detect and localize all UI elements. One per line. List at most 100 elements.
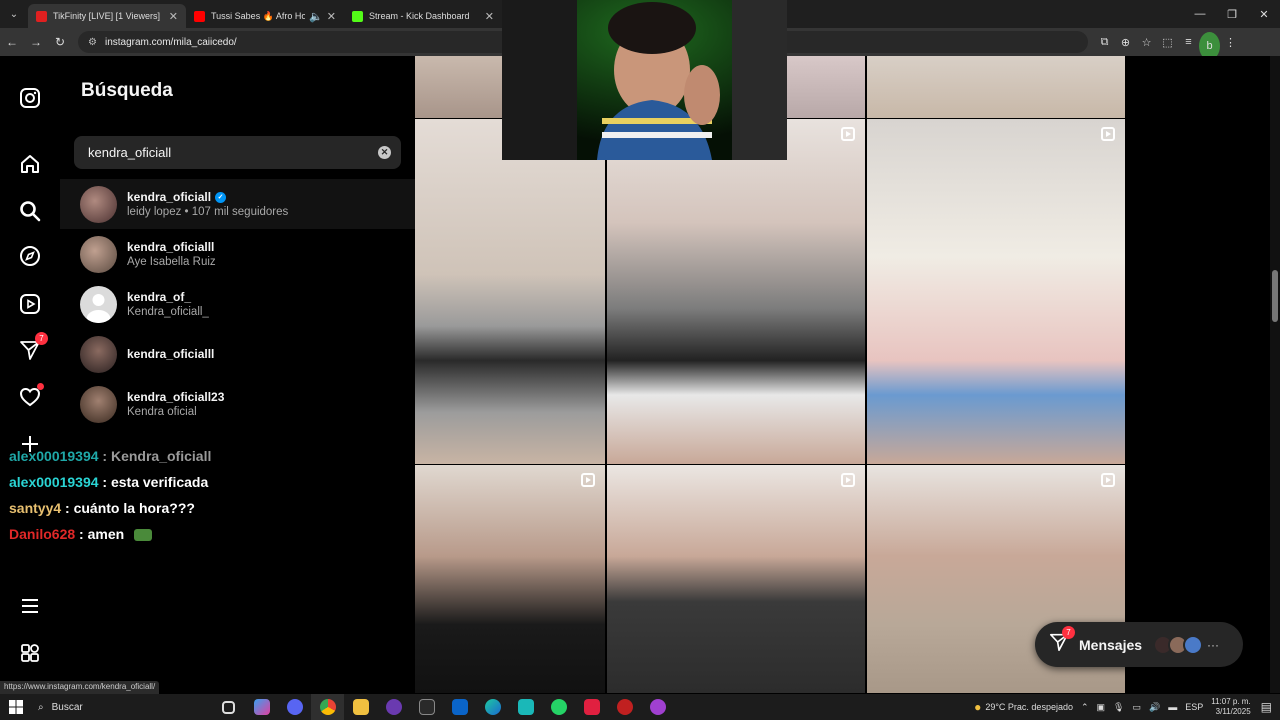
browser-tab-2[interactable]: Tussi Sabes 🔥 Afro House 🔈 ✕ <box>186 4 344 28</box>
home-icon[interactable] <box>18 152 42 176</box>
tab-close-icon[interactable]: ✕ <box>485 10 494 23</box>
post-thumbnail[interactable] <box>867 56 1125 118</box>
messages-badge: 7 <box>35 332 48 345</box>
search-icon[interactable] <box>18 199 42 223</box>
direct-messages-icon[interactable]: 7 <box>18 332 48 362</box>
instagram-sidebar: 7 <box>0 56 60 693</box>
search-result[interactable]: kendra_oficialll <box>60 329 415 379</box>
more-icon[interactable]: ··· <box>1207 638 1219 652</box>
obs-icon[interactable] <box>377 694 410 720</box>
tab-mute-icon[interactable]: 🔈 <box>309 10 323 23</box>
app-icon[interactable] <box>608 694 641 720</box>
clock[interactable]: 11:07 p. m. 3/11/2025 <box>1211 697 1250 717</box>
capcut-icon[interactable] <box>509 694 542 720</box>
tiktok-icon[interactable] <box>575 694 608 720</box>
copilot-icon[interactable] <box>245 694 278 720</box>
post-thumbnail[interactable] <box>867 119 1125 464</box>
weather-text[interactable]: 29°C Prac. despejado <box>985 702 1073 712</box>
battery-icon[interactable]: ▬ <box>1168 702 1177 712</box>
post-thumbnail[interactable] <box>415 465 605 693</box>
page-scrollbar[interactable] <box>1270 56 1280 693</box>
restore-icon[interactable]: ❐ <box>1216 0 1248 28</box>
search-result[interactable]: kendra_oficialll Aye Isabella Ruiz <box>60 229 415 279</box>
network-icon[interactable]: ▭ <box>1132 702 1141 713</box>
language-indicator[interactable]: ESP <box>1185 702 1203 712</box>
notification-center-icon[interactable]: ▤ <box>1261 700 1272 714</box>
file-explorer-icon[interactable] <box>344 694 377 720</box>
tab-search-icon[interactable]: ⌄ <box>0 0 28 28</box>
site-info-icon[interactable]: ⚙ <box>88 37 97 48</box>
chat-message: Danilo628 : amen <box>9 524 349 550</box>
search-result[interactable]: kendra_oficiall ✓ leidy lopez • 107 mil s… <box>60 179 415 229</box>
tab-close-icon[interactable]: ✕ <box>169 10 178 23</box>
avatar <box>80 385 117 423</box>
media-icon[interactable]: ≡ <box>1178 28 1199 56</box>
also-from-meta-icon[interactable] <box>18 641 42 665</box>
edge-icon[interactable] <box>476 694 509 720</box>
tab-close-icon[interactable]: ✕ <box>327 10 336 23</box>
page-margin <box>1125 56 1270 693</box>
reload-icon[interactable]: ↻ <box>48 28 72 56</box>
forward-icon[interactable]: → <box>24 28 48 56</box>
more-menu-icon[interactable] <box>18 594 42 618</box>
menu-kebab-icon[interactable]: ⋮ <box>1220 28 1241 56</box>
result-username: kendra_of_ <box>127 290 192 304</box>
result-subtitle: Aye Isabella Ruiz <box>127 256 216 268</box>
reel-icon <box>581 473 595 487</box>
notifications-heart-icon[interactable] <box>18 383 44 409</box>
minimize-icon[interactable]: — <box>1184 0 1216 28</box>
search-result[interactable]: kendra_of_ Kendra_oficiall_ <box>60 279 415 329</box>
messages-icon: 7 <box>1049 626 1075 657</box>
search-input[interactable] <box>88 145 378 160</box>
app-icon[interactable] <box>641 694 674 720</box>
chrome-icon[interactable] <box>311 694 344 720</box>
result-subtitle: Kendra oficial <box>127 406 197 418</box>
volume-icon[interactable]: 🔊 <box>1149 702 1160 713</box>
avatar <box>80 185 117 223</box>
microphone-icon[interactable]: 🎙 <box>1113 702 1124 713</box>
tray-chevron-icon[interactable]: ⌃ <box>1081 702 1089 713</box>
link-status-bar: https://www.instagram.com/kendra_oficial… <box>0 681 160 694</box>
clear-search-icon[interactable]: ✕ <box>378 146 391 159</box>
outlook-icon[interactable] <box>443 694 476 720</box>
whatsapp-icon[interactable] <box>542 694 575 720</box>
taskbar-search[interactable]: ⌕ Buscar <box>32 694 182 720</box>
reel-icon <box>1101 127 1115 141</box>
search-field[interactable]: ✕ <box>74 136 401 169</box>
explore-icon[interactable] <box>18 244 42 268</box>
result-username: kendra_oficialll <box>127 240 215 254</box>
chat-message: alex00019394 : esta verificada <box>9 472 349 498</box>
tray-app-icon[interactable]: ▣ <box>1097 702 1106 713</box>
result-username: kendra_oficiall <box>127 190 212 204</box>
task-view-icon[interactable] <box>212 694 245 720</box>
back-icon[interactable]: ← <box>0 28 24 56</box>
discord-icon[interactable] <box>278 694 311 720</box>
system-tray: ● 29°C Prac. despejado ⌃ ▣ 🎙 ▭ 🔊 ▬ ESP 1… <box>974 694 1280 720</box>
tab-favicon <box>36 10 47 22</box>
install-icon[interactable]: ⧉ <box>1094 28 1115 56</box>
zoom-icon[interactable]: ⊕ <box>1115 28 1136 56</box>
chat-username: alex00019394 <box>9 448 99 464</box>
search-result[interactable]: kendra_oficiall23 Kendra oficial <box>60 379 415 429</box>
result-username: kendra_oficiall23 <box>127 390 225 404</box>
browser-tab-1[interactable]: TikFinity [LIVE] [1 Viewers] ✕ <box>28 4 186 28</box>
close-window-icon[interactable]: ✕ <box>1248 0 1280 28</box>
windows-start-icon[interactable] <box>0 694 32 720</box>
messages-button[interactable]: 7 Mensajes ··· <box>1035 622 1243 667</box>
instagram-logo-icon[interactable] <box>18 86 42 110</box>
tab-title: Tussi Sabes 🔥 Afro House <box>211 10 306 21</box>
browser-tab-3[interactable]: Stream - Kick Dashboard ✕ <box>344 4 502 28</box>
extensions-icon[interactable]: ⬚ <box>1157 28 1178 56</box>
avatar <box>1183 634 1204 655</box>
profile-avatar[interactable]: b <box>1199 28 1220 60</box>
reels-icon[interactable] <box>18 292 42 316</box>
window-controls: — ❐ ✕ <box>1184 0 1280 28</box>
epic-games-icon[interactable] <box>410 694 443 720</box>
post-thumbnail[interactable] <box>607 119 865 464</box>
chat-username: Danilo628 <box>9 526 76 542</box>
bookmark-star-icon[interactable]: ☆ <box>1136 28 1157 56</box>
post-thumbnail[interactable] <box>415 119 605 464</box>
tab-title: TikFinity [LIVE] [1 Viewers] <box>53 11 161 21</box>
scrollbar-thumb[interactable] <box>1272 270 1278 322</box>
post-thumbnail[interactable] <box>607 465 865 693</box>
